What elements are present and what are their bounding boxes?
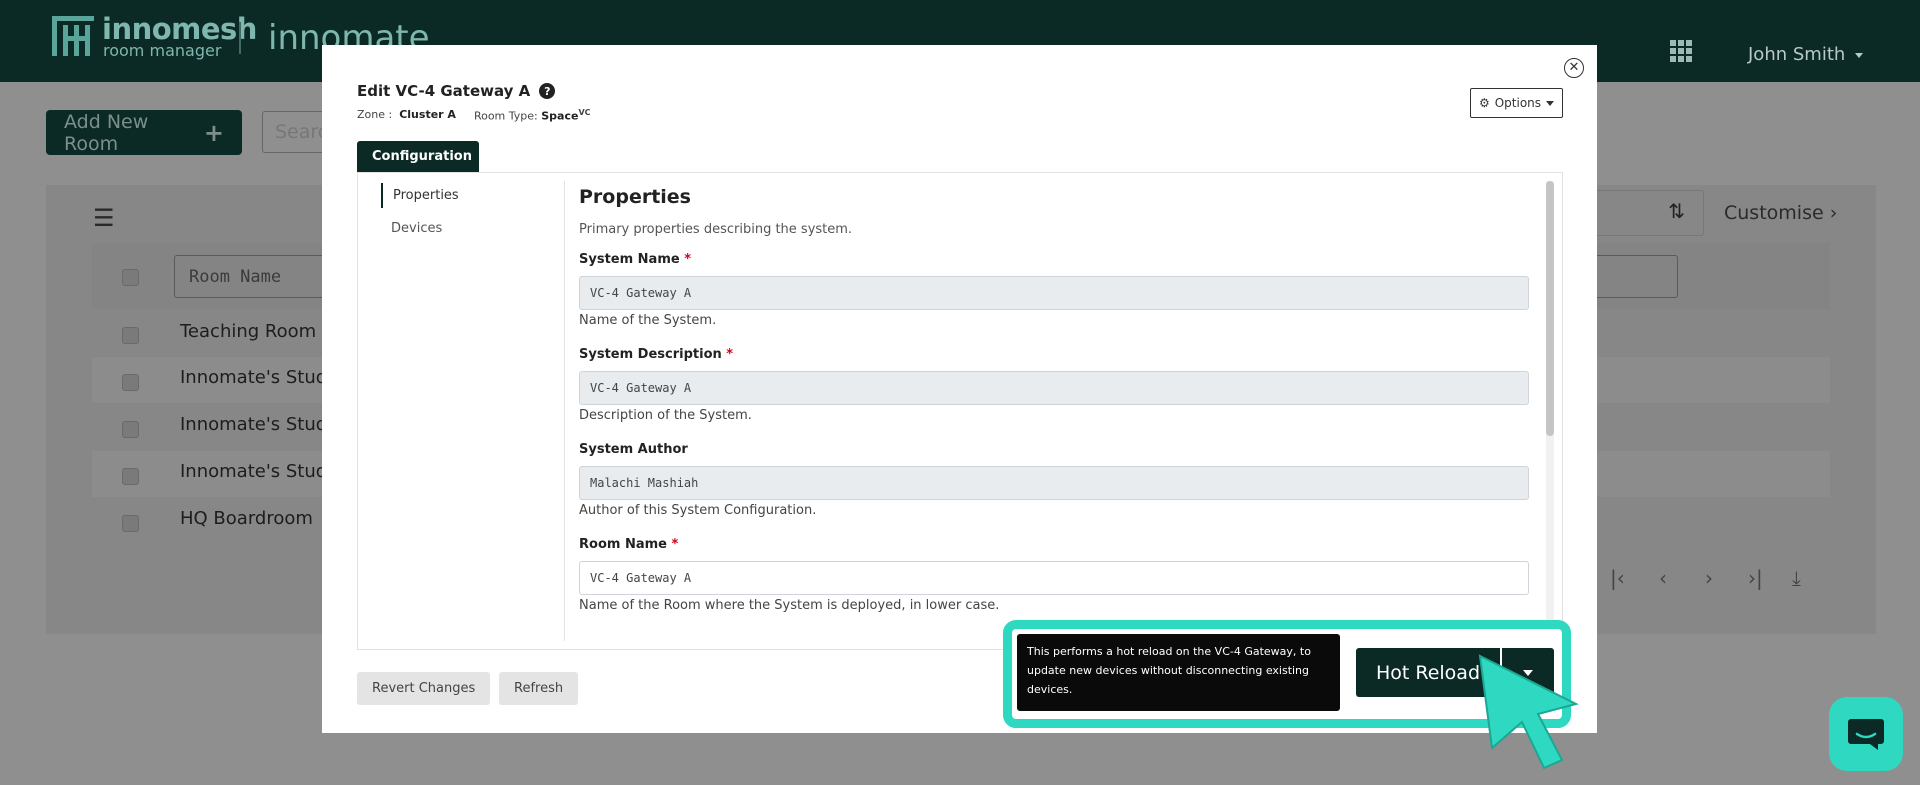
user-menu[interactable]: John Smith <box>1748 44 1864 65</box>
room-name-cell: Innomate's Studi <box>180 414 333 435</box>
prev-page-icon[interactable]: ‹ <box>1659 566 1667 590</box>
configuration-panel: Properties Devices Properties Primary pr… <box>357 172 1563 650</box>
zone-label: Zone : <box>357 108 393 121</box>
room-type-label: Room Type: <box>473 109 538 123</box>
add-new-room-label: Add New Room <box>64 110 149 155</box>
modal-title: Edit VC-4 Gateway A ? <box>357 82 556 100</box>
help-icon[interactable]: ? <box>539 83 556 99</box>
nav-item-properties[interactable]: Properties <box>381 183 558 208</box>
customise-label: Customise <box>1724 202 1824 224</box>
section-title: Properties <box>579 186 691 208</box>
room-name-cell: Teaching Room <box>180 321 317 342</box>
chevron-down-icon <box>1546 100 1555 106</box>
checklist-icon[interactable]: ☰ <box>93 204 115 232</box>
system-name-field: VC-4 Gateway A <box>579 276 1529 310</box>
field-label-text: System Description <box>579 347 722 362</box>
row-checkbox[interactable] <box>122 468 139 485</box>
modal-meta: Zone : Cluster A Room Type: SpaceVC <box>357 108 591 123</box>
system-author-field: Malachi Mashiah <box>579 466 1529 500</box>
field-label-text: System Name <box>579 252 680 267</box>
config-side-nav: Properties Devices <box>381 183 558 241</box>
room-name-label: Room Name * <box>579 537 1529 552</box>
brand-subtitle: room manager <box>103 41 222 60</box>
required-marker: * <box>726 347 734 362</box>
zone-value: Cluster A <box>399 108 456 121</box>
properties-section: Properties Primary properties describing… <box>579 186 1529 613</box>
row-checkbox[interactable] <box>122 515 139 532</box>
brand-divider <box>239 22 241 54</box>
scrollbar-thumb[interactable] <box>1546 181 1554 436</box>
system-author-label: System Author <box>579 442 1529 457</box>
innomesh-logo-icon <box>52 16 94 56</box>
field-label-text: System Author <box>579 442 688 457</box>
row-checkbox[interactable] <box>122 421 139 438</box>
add-new-room-button[interactable]: Add New Room + <box>46 110 242 155</box>
room-name-cell: HQ Boardroom <box>180 508 313 529</box>
gear-icon: ⚙ <box>1478 96 1490 110</box>
apps-grid-icon[interactable] <box>1670 40 1692 62</box>
refresh-button[interactable]: Refresh <box>499 672 579 705</box>
chat-bubble-icon <box>1848 719 1884 750</box>
hot-reload-tooltip: This performs a hot reload on the VC-4 G… <box>1017 634 1340 711</box>
customise-link[interactable]: Customise › <box>1724 202 1837 224</box>
room-type-sup: VC <box>578 108 591 117</box>
system-name-label: System Name * <box>579 252 1529 267</box>
sort-icon: ⇅ <box>1668 199 1685 223</box>
select-all-checkbox[interactable] <box>122 269 139 286</box>
field-label-text: Room Name <box>579 537 667 552</box>
room-type-value: Space <box>541 109 579 123</box>
first-page-icon[interactable]: |‹ <box>1610 566 1625 590</box>
system-description-help: Description of the System. <box>579 408 752 423</box>
system-description-field: VC-4 Gateway A <box>579 371 1529 405</box>
nav-item-devices[interactable]: Devices <box>381 216 558 241</box>
room-name-cell: Innomate's Studi <box>180 367 333 388</box>
last-page-icon[interactable]: ›| <box>1748 566 1763 590</box>
download-icon[interactable]: ⤓ <box>1792 566 1801 590</box>
close-icon[interactable]: ✕ <box>1564 58 1584 78</box>
chevron-down-icon <box>1855 52 1864 58</box>
plus-icon: + <box>203 118 224 147</box>
modal-title-text: Edit VC-4 Gateway A <box>357 82 531 100</box>
section-description: Primary properties describing the system… <box>579 222 853 237</box>
room-name-field[interactable]: VC-4 Gateway A <box>579 561 1529 595</box>
options-dropdown-button[interactable]: ⚙ Options <box>1470 88 1563 118</box>
pointer-cursor-icon <box>1478 654 1579 770</box>
options-label: Options <box>1494 96 1542 110</box>
tab-configuration[interactable]: Configuration <box>357 141 479 172</box>
revert-changes-button[interactable]: Revert Changes <box>357 672 491 705</box>
system-name-help: Name of the System. <box>579 313 717 328</box>
next-page-icon[interactable]: › <box>1705 566 1713 590</box>
system-description-label: System Description * <box>579 347 1529 362</box>
row-checkbox[interactable] <box>122 327 139 344</box>
chat-support-button[interactable] <box>1829 697 1903 771</box>
user-name: John Smith <box>1748 44 1846 65</box>
system-author-help: Author of this System Configuration. <box>579 503 817 518</box>
room-name-help: Name of the Room where the System is dep… <box>579 598 1000 613</box>
required-marker: * <box>684 252 692 267</box>
required-marker: * <box>671 537 679 552</box>
room-name-cell: Innomate's Studi <box>180 461 333 482</box>
room-name-filter[interactable]: Room Name <box>174 255 334 298</box>
nav-divider <box>564 181 565 641</box>
row-checkbox[interactable] <box>122 374 139 391</box>
